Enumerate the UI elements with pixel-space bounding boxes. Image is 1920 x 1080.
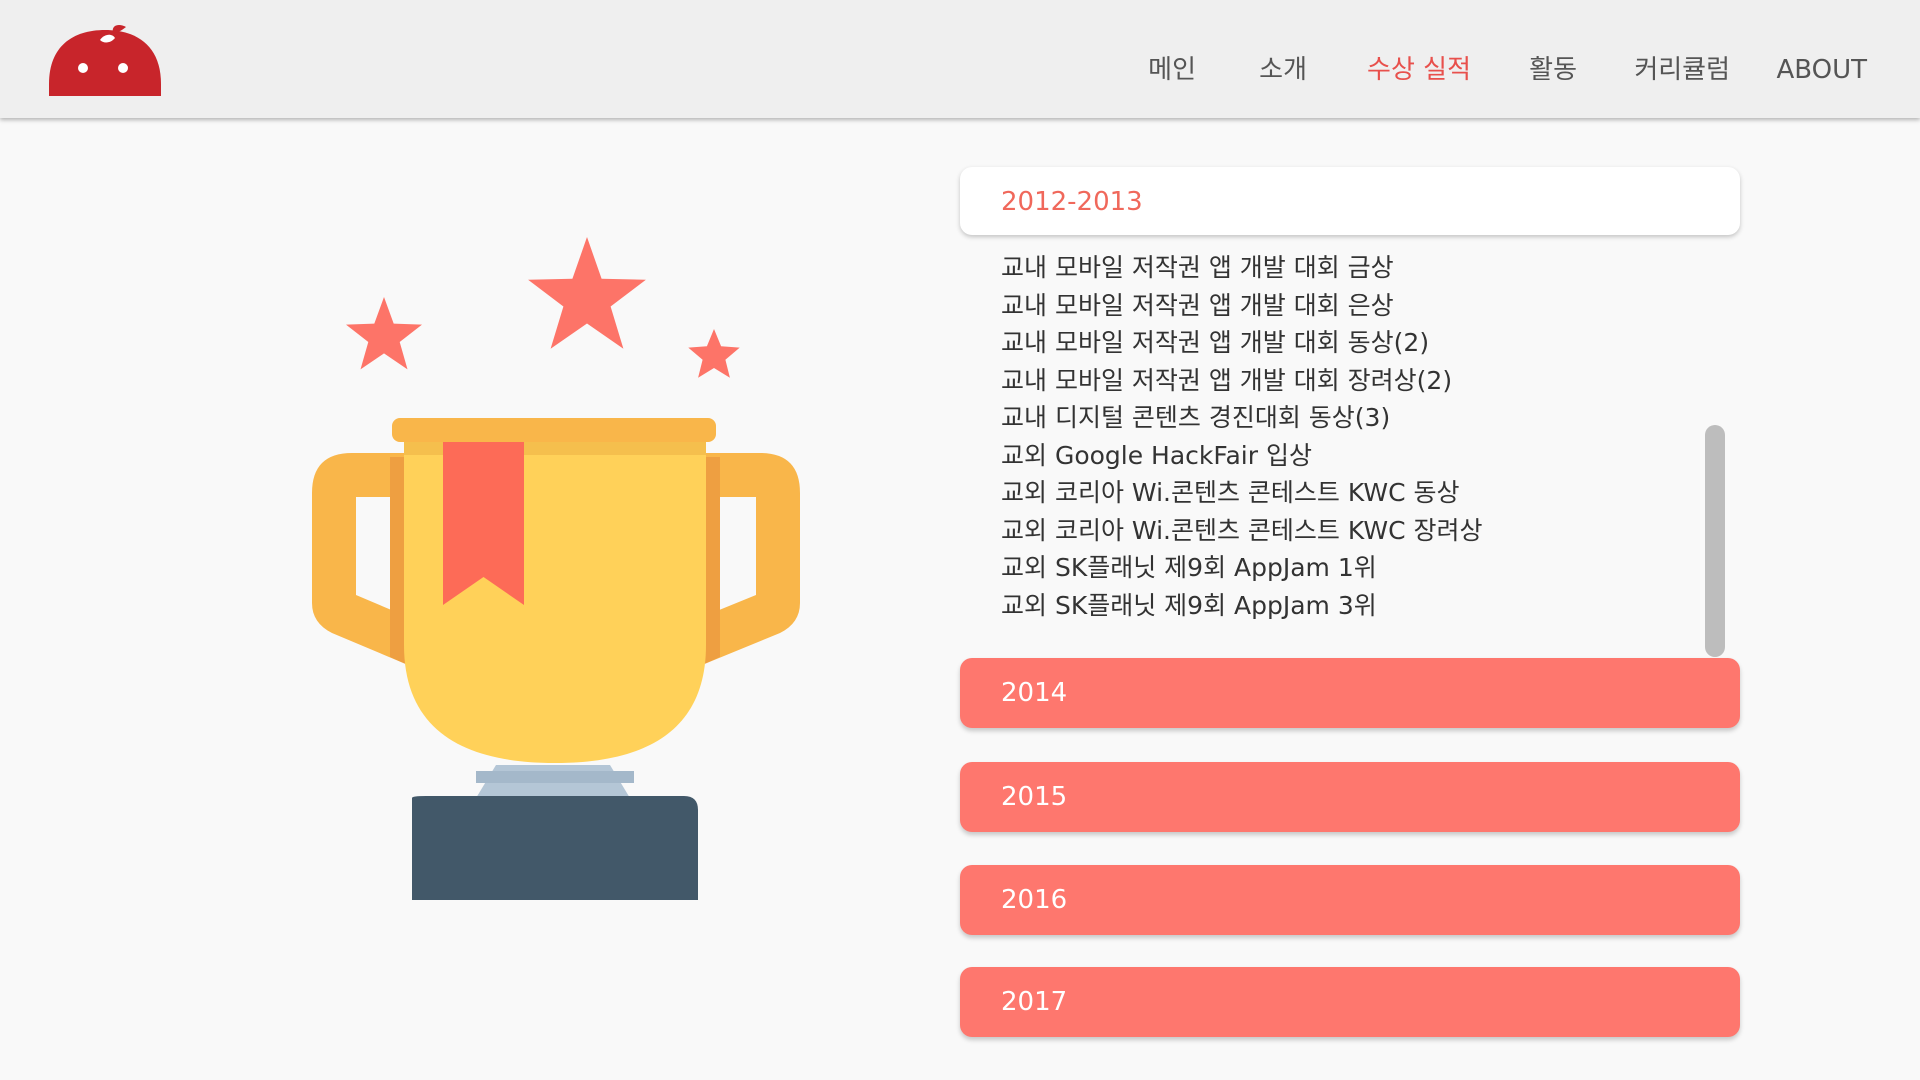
award-item: 교내 모바일 저작권 앱 개발 대회 은상 — [1001, 290, 1394, 320]
nav-item-about[interactable]: ABOUT — [1776, 52, 1867, 88]
nav-item-main[interactable]: 메인 — [1148, 52, 1196, 88]
award-item: 교내 모바일 저작권 앱 개발 대회 동상(2) — [1001, 328, 1430, 357]
accordion-title: 2015 — [1001, 782, 1068, 812]
award-item: 교외 Google HackFair 입상 — [1001, 440, 1312, 470]
star-icon — [528, 237, 646, 349]
accordion-title: 2016 — [1001, 885, 1068, 915]
nav-item-intro[interactable]: 소개 — [1259, 52, 1307, 88]
star-icon — [346, 297, 422, 370]
award-list-scrollbar[interactable] — [1705, 425, 1725, 657]
award-item: 교외 SK플래닛 제9회 AppJam 1위 — [1001, 553, 1377, 582]
accordion-title: 2017 — [1001, 987, 1068, 1017]
accordion-header-2014[interactable]: 2014 — [960, 658, 1740, 728]
award-item: 교외 코리아 Wi.콘텐츠 콘테스트 KWC 동상 — [1001, 478, 1460, 507]
nav-item-curriculum[interactable]: 커리큘럼 — [1634, 52, 1730, 88]
trophy-icon — [312, 237, 800, 900]
award-item: 교내 디지털 콘텐츠 경진대회 동상(3) — [1001, 403, 1391, 432]
nav-item-awards[interactable]: 수상 실적 — [1367, 52, 1471, 88]
award-item: 교내 모바일 저작권 앱 개발 대회 장려상(2) — [1001, 365, 1453, 395]
accordion-header-2016[interactable]: 2016 — [960, 865, 1740, 935]
accordion-header-2012-2013[interactable]: 2012-2013 — [960, 167, 1740, 235]
logo-icon[interactable] — [49, 24, 161, 96]
nav-item-activities[interactable]: 활동 — [1529, 52, 1577, 88]
accordion-title: 2012-2013 — [1001, 187, 1143, 217]
accordion-header-2015[interactable]: 2015 — [960, 762, 1740, 832]
award-item: 교외 코리아 Wi.콘텐츠 콘테스트 KWC 장려상 — [1001, 515, 1483, 545]
accordion-header-2017[interactable]: 2017 — [960, 967, 1740, 1037]
top-navbar: 메인 소개 수상 실적 활동 커리큘럼 ABOUT — [0, 0, 1920, 118]
award-list: 교내 모바일 저작권 앱 개발 대회 금상 교내 모바일 저작권 앱 개발 대회… — [1001, 249, 1482, 624]
accordion-title: 2014 — [1001, 678, 1068, 708]
accordion-panel-2012-2013[interactable]: 교내 모바일 저작권 앱 개발 대회 금상 교내 모바일 저작권 앱 개발 대회… — [960, 249, 1740, 657]
award-item: 교내 모바일 저작권 앱 개발 대회 금상 — [1001, 253, 1394, 282]
award-item: 교외 SK플래닛 제9회 AppJam 3위 — [1001, 590, 1377, 620]
star-icon — [688, 329, 740, 378]
